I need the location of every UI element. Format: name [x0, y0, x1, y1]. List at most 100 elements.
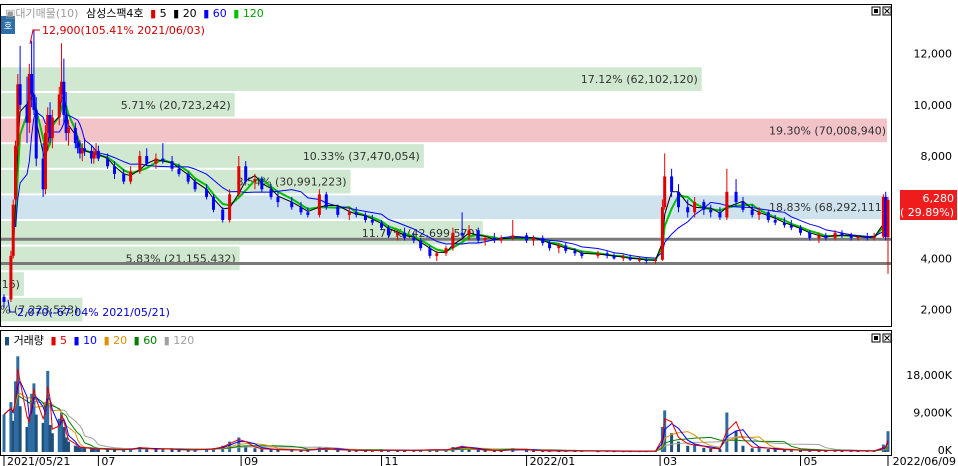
candle-body	[849, 235, 853, 238]
volume-bar[interactable]	[83, 448, 87, 452]
candle-body	[865, 236, 869, 238]
price-panel-close-button[interactable]	[882, 6, 892, 16]
candle-body	[161, 158, 165, 162]
price-axis-tick-label: 12,000	[914, 48, 953, 61]
candlestick[interactable]	[324, 191, 328, 210]
volume-bar[interactable]	[782, 449, 786, 452]
legend-prefix: ▣대기매물(10)	[5, 7, 78, 20]
candle-body	[621, 257, 625, 259]
candle-body	[253, 179, 257, 182]
volume-bar[interactable]	[145, 449, 149, 452]
volume-profile-label: 5.71% (20,723,242)	[121, 99, 231, 112]
candle-body	[817, 235, 821, 238]
candlestick[interactable]	[14, 140, 18, 205]
volume-bar[interactable]	[276, 449, 280, 452]
candle-body	[412, 237, 416, 241]
volume-bar[interactable]	[670, 433, 674, 452]
legend-ma5-label: 5	[160, 7, 167, 20]
price-axis-tick-label: 4,000	[921, 252, 953, 265]
volume-bar[interactable]	[253, 448, 257, 452]
volume-bar[interactable]	[50, 433, 54, 452]
volume-bar[interactable]	[686, 445, 690, 452]
volume-bar[interactable]	[154, 449, 158, 452]
volume-bar[interactable]	[750, 448, 754, 452]
x-axis-tick-label: 07	[101, 455, 115, 466]
volume-profile-label: 17.12% (62,102,120)	[581, 73, 698, 86]
vol-legend-ma60-swatch: ▮	[134, 334, 140, 347]
volume-bar[interactable]	[66, 441, 70, 452]
candlestick[interactable]	[660, 199, 664, 261]
volume-legend-text: ▮ 거래량 ▮ 5 ▮ 10 ▮ 20 ▮ 60 ▮ 120	[4, 334, 194, 347]
volume-panel-maximize-button[interactable]	[871, 333, 881, 343]
vol-legend-ma60-label: 60	[143, 334, 157, 347]
candle-body	[476, 230, 480, 241]
candle-body	[460, 232, 464, 236]
volume-bar[interactable]	[260, 449, 264, 452]
volume-bar[interactable]	[709, 448, 713, 452]
candle-body	[57, 94, 61, 118]
volume-bar[interactable]	[702, 447, 706, 452]
volume-bar[interactable]	[718, 449, 722, 452]
candle-body	[840, 232, 844, 236]
candlestick[interactable]	[43, 125, 47, 195]
vol-legend-ma5-swatch: ▮	[50, 334, 56, 347]
x-axis-tick-label: 03	[663, 455, 677, 466]
high-annotation-text: 12,900(105.41% 2021/06/03)	[42, 24, 205, 37]
volume-profile-label: 19.30% (70,008,940)	[769, 124, 886, 137]
candle-body	[886, 200, 890, 238]
candle-body	[541, 237, 545, 244]
legend-ma120-swatch: ▮	[233, 7, 239, 20]
candle-body	[644, 259, 648, 261]
legend-ma60-swatch: ▮	[203, 7, 209, 20]
legend-ma20-swatch: ▮	[173, 7, 179, 20]
volume-bar[interactable]	[106, 449, 110, 452]
candle-body	[637, 259, 641, 261]
legend-ma20-label: 20	[183, 7, 197, 20]
candle-body	[211, 196, 215, 210]
candle-body	[750, 209, 754, 215]
volume-panel-close-button[interactable]	[882, 333, 892, 343]
legend-ma120-label: 120	[243, 7, 264, 20]
volume-bar[interactable]	[734, 431, 738, 452]
volume-bar[interactable]	[113, 449, 116, 452]
volume-profile-label: 18.83% (68,292,111)	[769, 201, 886, 214]
x-axis-tick-label: 11	[385, 455, 399, 466]
candle-body	[347, 212, 351, 215]
candle-body	[290, 202, 294, 208]
candlestick[interactable]	[211, 194, 215, 213]
candle-body	[628, 257, 632, 260]
x-axis-tick-label: 05	[804, 455, 818, 466]
volume-bar[interactable]	[773, 449, 777, 452]
candle-body	[564, 245, 568, 251]
candle-body	[386, 227, 390, 236]
candle-body	[138, 155, 142, 172]
price-panel-maximize-button[interactable]	[871, 6, 881, 16]
candle-body	[113, 166, 116, 174]
price-axis-tick-label: 2,000	[921, 304, 953, 317]
volume-bar[interactable]	[96, 449, 100, 452]
candlestick[interactable]	[11, 199, 15, 259]
candle-body	[32, 94, 36, 110]
candle-body	[741, 202, 745, 210]
volume-bar[interactable]	[269, 449, 273, 452]
volume-bar[interactable]	[177, 449, 181, 452]
volume-bar[interactable]	[34, 414, 38, 452]
vol-legend-ma20-label: 20	[113, 334, 127, 347]
x-axis-labels: 2021/05/21 07 09 11 2022/01 03 05 2022/06/09	[3, 455, 956, 466]
volume-bar[interactable]	[170, 449, 174, 452]
volume-bar[interactable]	[18, 406, 22, 452]
volume-bar[interactable]	[741, 445, 745, 452]
candlestick[interactable]	[9, 250, 13, 302]
candle-body	[677, 191, 681, 208]
volume-bar[interactable]	[525, 450, 529, 452]
candle-body	[177, 168, 181, 174]
candle-body	[757, 212, 761, 215]
vol-legend-ma20-swatch: ▮	[104, 334, 110, 347]
candle-body	[451, 232, 455, 249]
volume-bar[interactable]	[766, 449, 770, 452]
candle-body	[96, 150, 100, 159]
candle-body	[62, 81, 66, 115]
volume-bar[interactable]	[2, 414, 6, 452]
volume-profile-label: 10.33% (37,470,054)	[303, 150, 420, 163]
volume-bar[interactable]	[476, 449, 480, 452]
